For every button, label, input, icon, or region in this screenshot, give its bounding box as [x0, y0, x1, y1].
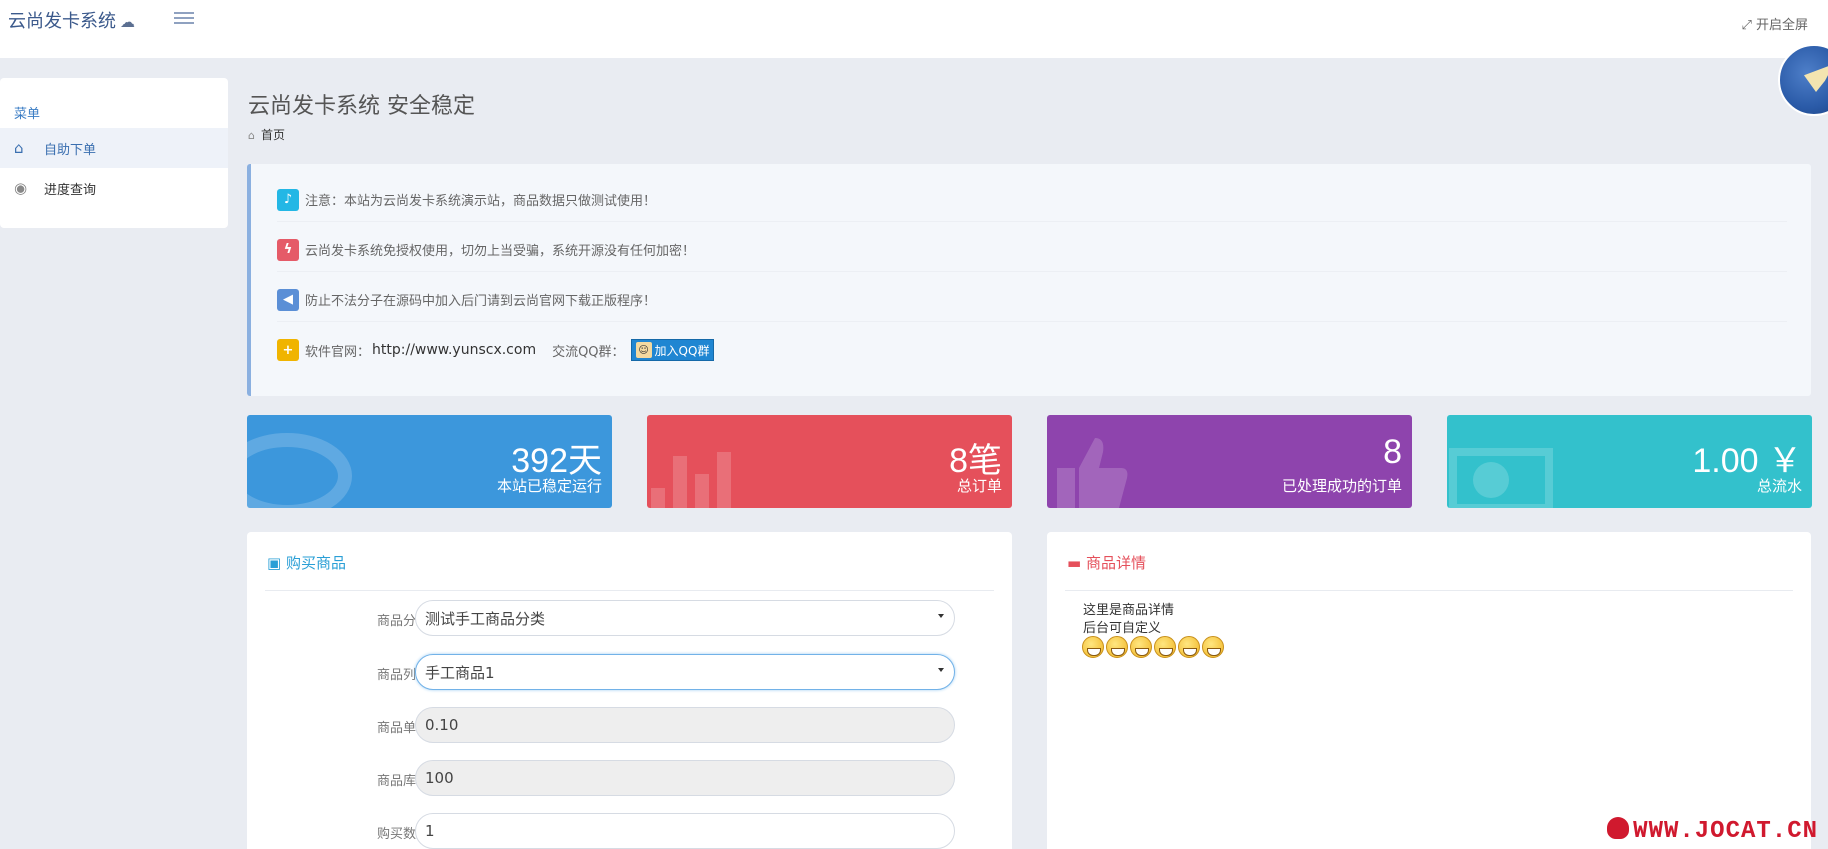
cloud-icon: ☁	[120, 13, 135, 31]
eye-icon: ◉	[14, 179, 28, 197]
buy-panel-title: ▣ 购买商品	[267, 552, 346, 573]
grin-emoji-icon	[1130, 636, 1152, 658]
field-label: 商品分类	[376, 614, 429, 629]
plus-icon: +	[277, 339, 299, 361]
join-qq-label: 加入QQ群	[654, 343, 710, 358]
chevron-down-icon	[938, 668, 944, 672]
stat-label: 总流水	[1756, 477, 1802, 495]
bar-chart-icon	[651, 452, 731, 508]
notice-row: ♪ 注意：本站为云尚发卡系统演示站，商品数据只做测试使用！	[277, 178, 1787, 222]
notice-text: 注意：本站为云尚发卡系统演示站，商品数据只做测试使用！	[305, 194, 657, 209]
stat-card-uptime: 392天 本站已稳定运行	[247, 415, 612, 508]
grin-emoji-icon	[1178, 636, 1200, 658]
stat-card-orders: 8笔 总订单	[647, 415, 1012, 508]
site-url-link[interactable]: http://www.yunscx.com	[372, 342, 536, 358]
breadcrumb-home[interactable]: 首页	[261, 128, 285, 142]
form-row-quantity: 购买数量 1	[247, 813, 1007, 849]
grin-emoji-icon	[1202, 636, 1224, 658]
grin-emoji-icon	[1154, 636, 1176, 658]
buy-panel: ▣ 购买商品 商品分类 测试手工商品分类 商品列表 手工商品1 商品单价 0.1…	[247, 532, 1012, 849]
top-bar: 云尚发卡系统 ☁ ⤢ 开启全屏	[0, 0, 1828, 58]
qq-avatar-icon: ☺	[635, 342, 652, 358]
field-label: 商品库存	[376, 774, 429, 789]
notice-text: 云尚发卡系统免授权使用，切勿上当受骗，系统开源没有任何加密！	[305, 244, 696, 259]
sidebar-header: 菜单	[14, 107, 41, 122]
field-label: 购买数量	[376, 827, 429, 842]
product-select[interactable]: 手工商品1	[415, 654, 955, 690]
price-field: 0.10	[415, 707, 955, 743]
home-icon: ⌂	[14, 139, 24, 157]
chevron-down-icon	[938, 614, 944, 618]
brand-logo[interactable]: 云尚发卡系统 ☁	[8, 7, 135, 33]
stock-field: 100	[415, 760, 955, 796]
sidebar: 菜单 ⌂ 自助下单 ◉ 进度查询	[0, 78, 228, 228]
notice-text: 防止不法分子在源码中加入后门请到云尚官网下载正版程序！	[305, 294, 657, 309]
sidebar-item-label: 进度查询	[44, 182, 97, 198]
emoji-row	[1082, 636, 1224, 658]
expand-icon: ⤢	[1741, 18, 1752, 33]
form-row-category: 商品分类 测试手工商品分类	[247, 600, 1007, 638]
stat-value: 8	[1383, 433, 1402, 471]
stat-label: 总订单	[956, 477, 1002, 495]
quantity-input[interactable]: 1	[415, 813, 955, 849]
divider	[1065, 590, 1793, 591]
page-title: 云尚发卡系统 安全稳定	[248, 94, 475, 119]
notice-text: 软件官网：	[305, 344, 371, 360]
credit-card-icon: ▬	[1067, 554, 1082, 572]
detail-title-text: 商品详情	[1085, 554, 1146, 572]
bell-icon: ♪	[277, 188, 299, 211]
shopping-bag-icon: ▣	[267, 554, 282, 572]
thumbs-up-icon	[1057, 438, 1128, 508]
breadcrumb: ⌂ 首页	[248, 126, 285, 143]
grin-emoji-icon	[1106, 636, 1128, 658]
product-value: 手工商品1	[425, 663, 495, 682]
stock-value: 100	[425, 769, 454, 787]
menu-toggle-icon[interactable]	[174, 12, 194, 28]
stat-label: 本站已稳定运行	[496, 477, 602, 495]
quantity-value: 1	[425, 822, 435, 840]
detail-panel-title: ▬ 商品详情	[1067, 552, 1146, 573]
brand-name: 云尚发卡系统	[8, 11, 116, 32]
buy-title-text: 购买商品	[285, 554, 346, 572]
notice-row: ◀ 防止不法分子在源码中加入后门请到云尚官网下载正版程序！	[277, 278, 1787, 322]
cat-logo-icon	[1607, 817, 1630, 839]
sidebar-item-order[interactable]: ⌂ 自助下单	[0, 128, 228, 168]
chat-bubble-icon	[247, 433, 352, 508]
stat-card-completed: 8 已处理成功的订单	[1047, 415, 1412, 508]
detail-content: 这里是商品详情 后台可自定义	[1083, 602, 1174, 638]
price-value: 0.10	[425, 716, 459, 734]
stat-label: 已处理成功的订单	[1281, 477, 1402, 495]
category-select[interactable]: 测试手工商品分类	[415, 600, 955, 636]
qq-label: 交流QQ群：	[552, 344, 625, 360]
home-icon: ⌂	[248, 129, 255, 142]
money-icon	[1449, 448, 1553, 508]
category-value: 测试手工商品分类	[425, 609, 546, 628]
notice-row: ϟ 云尚发卡系统免授权使用，切勿上当受骗，系统开源没有任何加密！	[277, 228, 1787, 272]
stat-card-revenue: 1.00 ￥ 总流水	[1447, 415, 1812, 508]
bolt-icon: ϟ	[277, 238, 299, 261]
grin-emoji-icon	[1082, 636, 1104, 658]
sidebar-item-progress[interactable]: ◉ 进度查询	[0, 168, 228, 208]
join-qq-button[interactable]: ☺ 加入QQ群	[630, 339, 715, 361]
fullscreen-button[interactable]: ⤢ 开启全屏	[1741, 14, 1808, 33]
fullscreen-label: 开启全屏	[1755, 18, 1808, 33]
detail-line: 这里是商品详情	[1083, 603, 1175, 618]
field-label: 商品单价	[376, 721, 429, 736]
sidebar-item-label: 自助下单	[44, 142, 97, 158]
divider	[265, 590, 994, 591]
watermark: WWW.JOCAT.CN	[1607, 817, 1818, 845]
form-row-stock: 商品库存 100	[247, 760, 1007, 798]
notice-row: + 软件官网： http://www.yunscx.com 交流QQ群： ☺ 加…	[277, 328, 1787, 372]
notice-panel: ♪ 注意：本站为云尚发卡系统演示站，商品数据只做测试使用！ ϟ 云尚发卡系统免授…	[247, 164, 1811, 396]
megaphone-icon: ◀	[277, 288, 299, 311]
watermark-text: WWW.JOCAT.CN	[1633, 818, 1818, 845]
detail-panel: ▬ 商品详情 这里是商品详情 后台可自定义	[1047, 532, 1811, 849]
field-label: 商品列表	[376, 668, 429, 683]
form-row-price: 商品单价 0.10	[247, 707, 1007, 745]
form-row-product: 商品列表 手工商品1	[247, 654, 1007, 692]
